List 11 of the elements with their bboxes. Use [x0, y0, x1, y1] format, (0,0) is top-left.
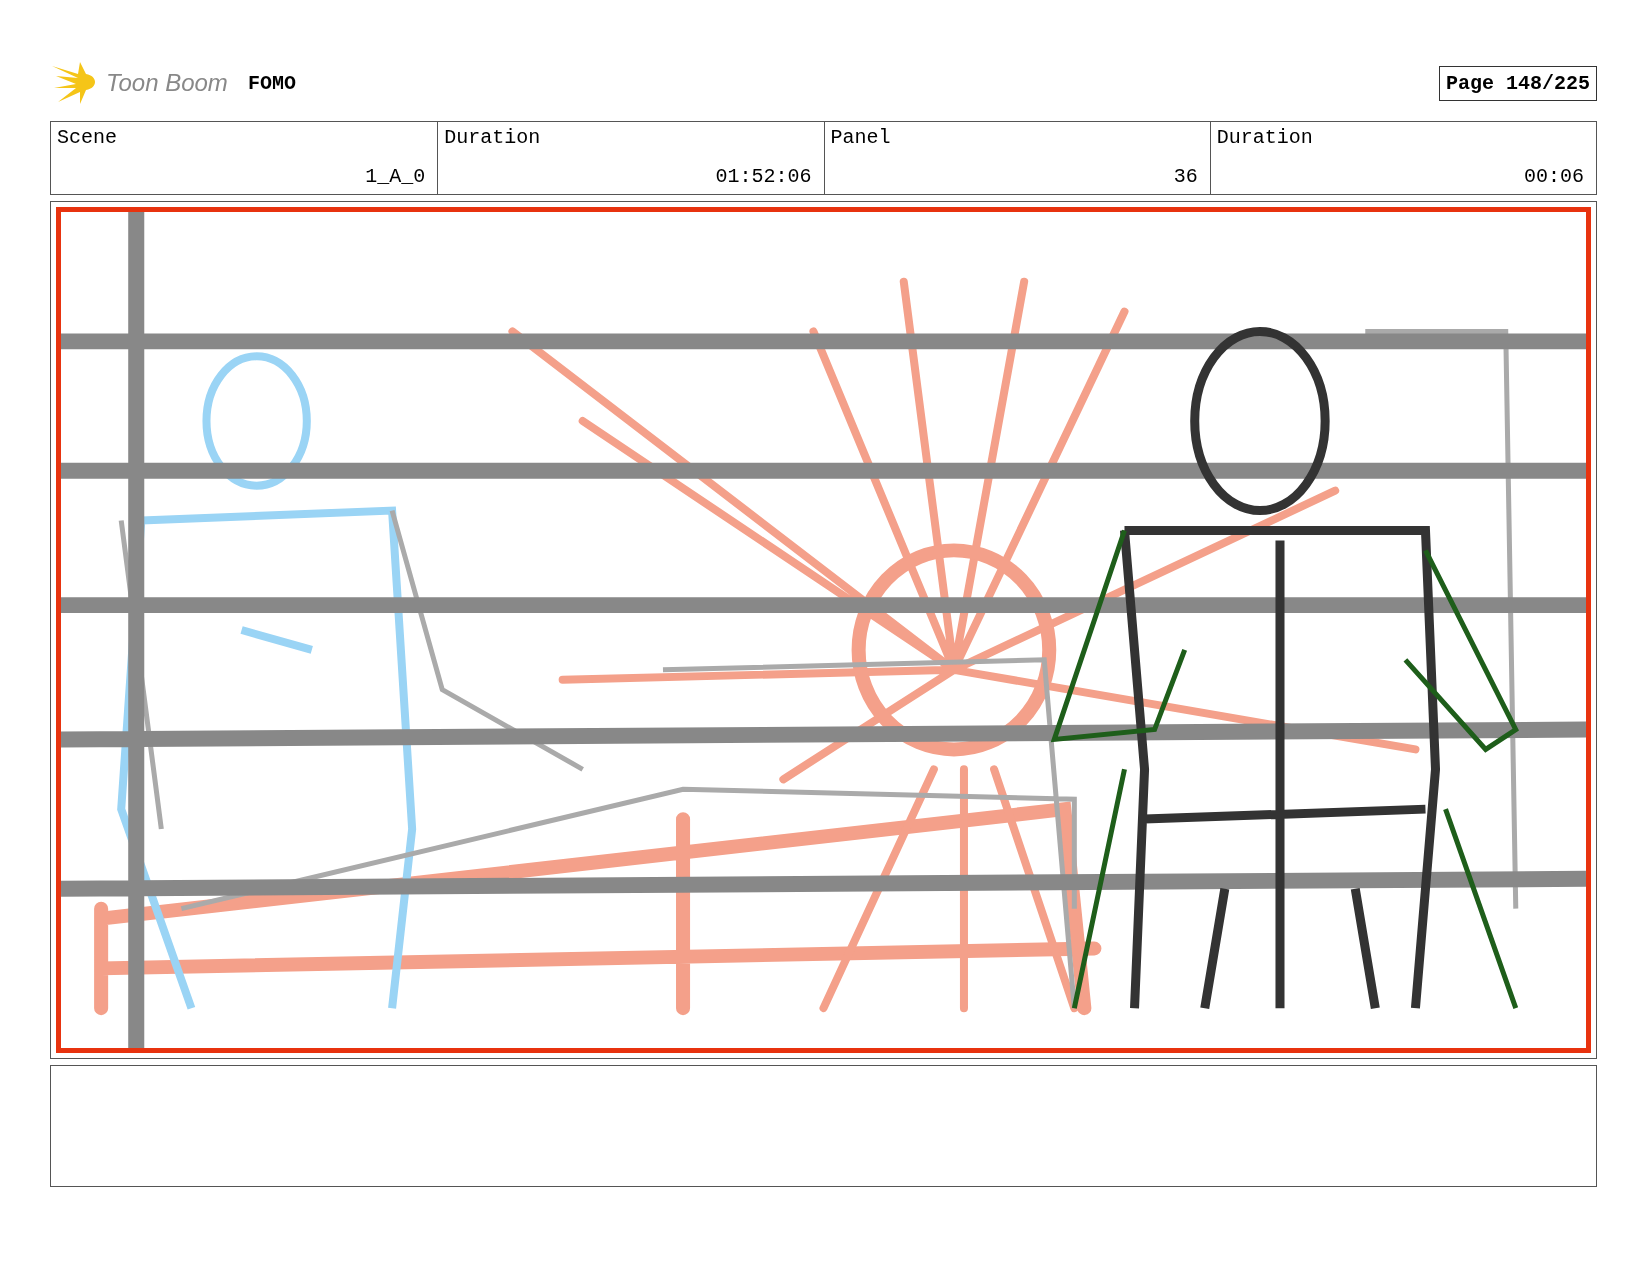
field-value: 00:06 — [1524, 165, 1584, 188]
field-value: 36 — [1173, 165, 1198, 188]
logo-wordmark: Toon Boom — [106, 69, 228, 97]
field-label: Scene — [57, 126, 118, 149]
field-label: Duration — [444, 126, 542, 149]
field-label: Panel — [830, 126, 892, 149]
field-value: 01:52:06 — [715, 165, 812, 188]
field-label: Duration — [1216, 126, 1314, 149]
page-number: Page 148/225 — [1438, 65, 1597, 101]
project-title: FOMO — [247, 71, 296, 95]
field-value: 1_A_0 — [365, 165, 426, 188]
